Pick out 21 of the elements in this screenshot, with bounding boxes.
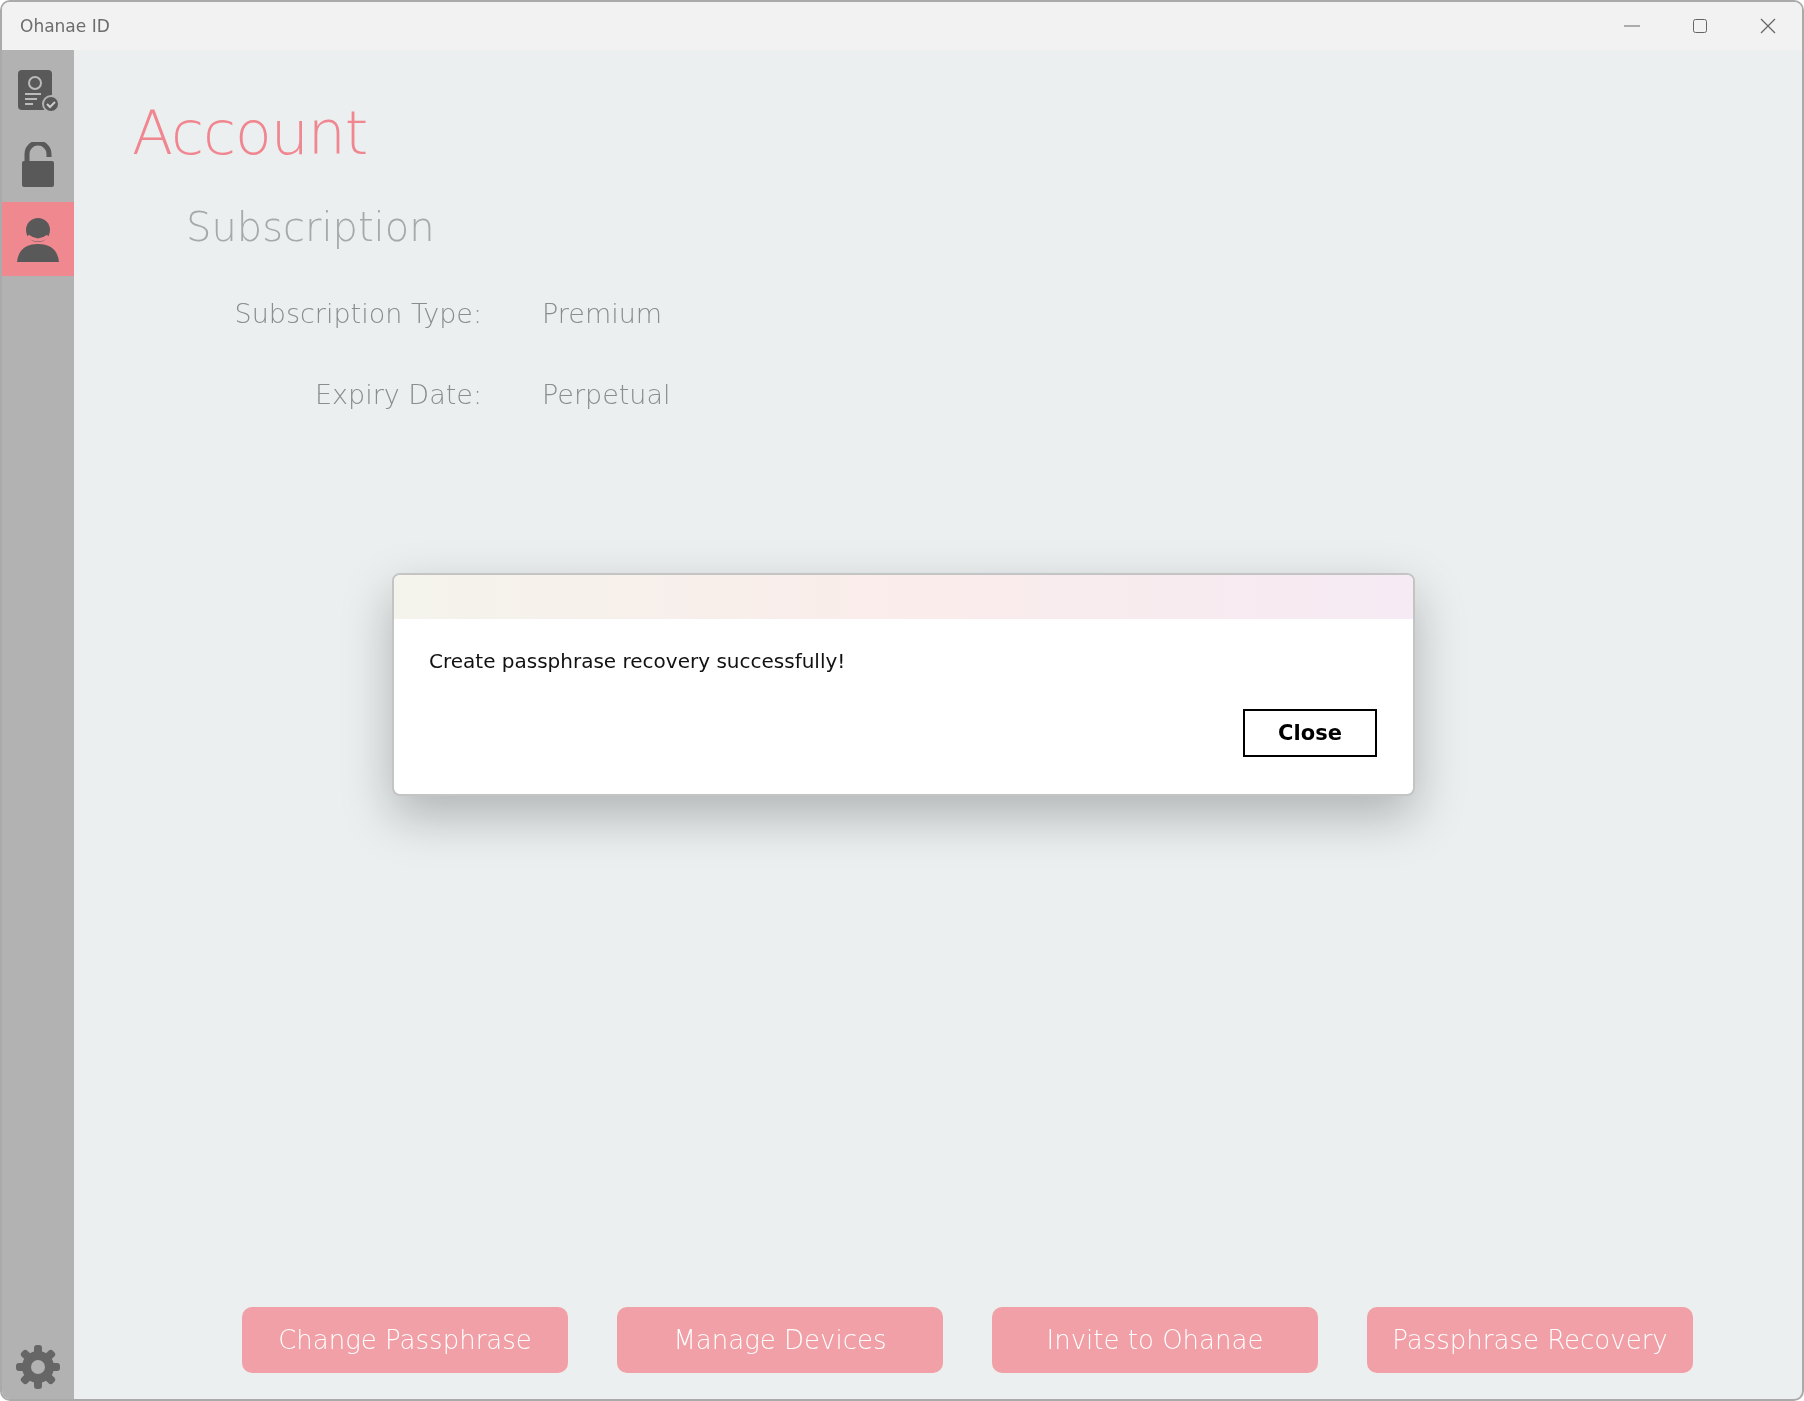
action-button[interactable]: Manage Devices [617,1307,943,1373]
id-card-icon [16,68,60,114]
action-button[interactable]: Invite to Ohanae [992,1307,1318,1373]
field-label: Expiry Date: [314,379,482,410]
action-button[interactable]: Change Passphrase [242,1307,568,1373]
sidebar-item[interactable] [2,202,74,276]
lock-icon [20,142,56,188]
settings-icon [15,1344,61,1390]
maximize-icon [1693,19,1707,33]
field-value: Perpetual [542,379,671,410]
dialog-message: Create passphrase recovery successfully! [429,649,847,673]
person-icon [15,216,61,262]
page-title: Account [132,98,369,168]
close-icon [1760,18,1776,34]
section-heading: Subscription [186,204,436,250]
window-title: Ohanae ID [20,16,111,36]
field-value: Premium [542,298,664,329]
close-button[interactable]: Close [1243,709,1377,757]
action-button[interactable]: Passphrase Recovery [1367,1307,1693,1373]
minimize-icon [1624,25,1640,27]
field-label: Subscription Type: [233,298,482,329]
